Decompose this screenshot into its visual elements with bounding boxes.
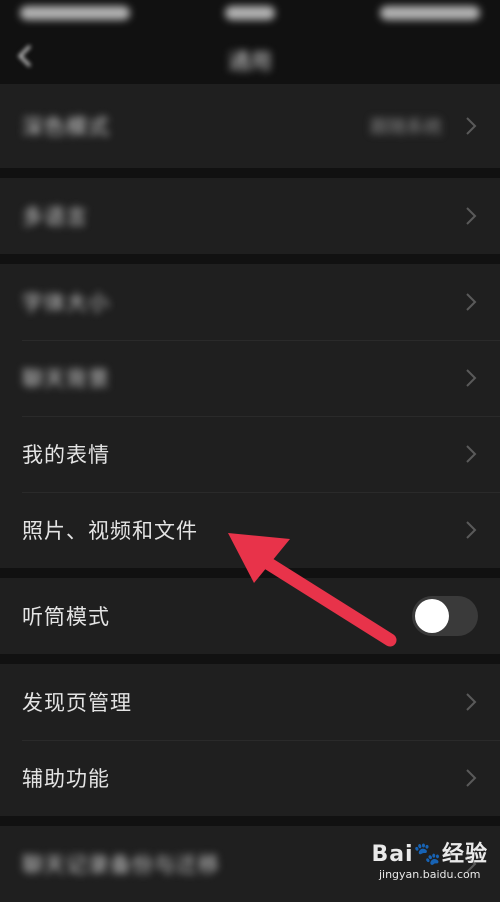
setting-value: 跟随系统 — [370, 117, 442, 138]
setting-label: 多语言 — [22, 205, 88, 229]
chevron-right-icon — [466, 445, 477, 463]
chevron-right-icon — [466, 117, 477, 135]
setting-label: 我的表情 — [22, 443, 110, 467]
baidu-watermark: Bai🐾经验 jingyan.baidu.com — [371, 836, 488, 881]
setting-label: 听筒模式 — [22, 605, 110, 629]
chevron-right-icon — [466, 693, 477, 711]
status-bar — [0, 0, 500, 28]
setting-row-dark-mode[interactable]: 深色模式 跟随系统 — [0, 84, 500, 168]
carrier-indicator — [20, 6, 130, 20]
earpiece-mode-toggle[interactable] — [412, 596, 478, 636]
setting-label: 照片、视频和文件 — [22, 519, 198, 543]
watermark-url: jingyan.baidu.com — [378, 868, 481, 881]
settings-group-discover: 发现页管理 辅助功能 — [0, 664, 500, 816]
setting-row-font-size[interactable]: 字体大小 — [0, 264, 500, 340]
setting-label: 辅助功能 — [22, 767, 110, 791]
setting-label: 聊天记录备份与迁移 — [22, 853, 220, 877]
setting-row-accessibility[interactable]: 辅助功能 — [0, 740, 500, 816]
setting-label: 发现页管理 — [22, 691, 132, 715]
setting-label: 字体大小 — [22, 291, 110, 315]
setting-row-earpiece-mode: 听筒模式 — [0, 578, 500, 654]
clock — [225, 6, 275, 20]
settings-group-content: 字体大小 聊天背景 我的表情 照片、视频和文件 — [0, 264, 500, 568]
toggle-knob — [415, 599, 449, 633]
setting-label: 深色模式 — [22, 115, 110, 139]
setting-row-discover-management[interactable]: 发现页管理 — [0, 664, 500, 740]
setting-row-chat-background[interactable]: 聊天背景 — [0, 340, 500, 416]
setting-row-my-stickers[interactable]: 我的表情 — [0, 416, 500, 492]
settings-group-language: 多语言 — [0, 178, 500, 254]
chevron-right-icon — [466, 207, 477, 225]
chevron-right-icon — [466, 521, 477, 539]
nav-bar: 通用 — [0, 28, 500, 84]
setting-row-photos-videos-files[interactable]: 照片、视频和文件 — [0, 492, 500, 568]
settings-group-display: 深色模式 跟随系统 — [0, 84, 500, 168]
battery-icon — [380, 6, 480, 20]
page-title: 通用 — [227, 50, 273, 75]
setting-label: 聊天背景 — [22, 367, 110, 391]
setting-row-language[interactable]: 多语言 — [0, 178, 500, 254]
settings-group-audio: 听筒模式 — [0, 578, 500, 654]
chevron-left-icon[interactable] — [14, 42, 38, 70]
watermark-logo: Bai🐾经验 — [371, 842, 488, 867]
chevron-right-icon — [466, 369, 477, 387]
chevron-right-icon — [466, 293, 477, 311]
chevron-right-icon — [466, 769, 477, 787]
